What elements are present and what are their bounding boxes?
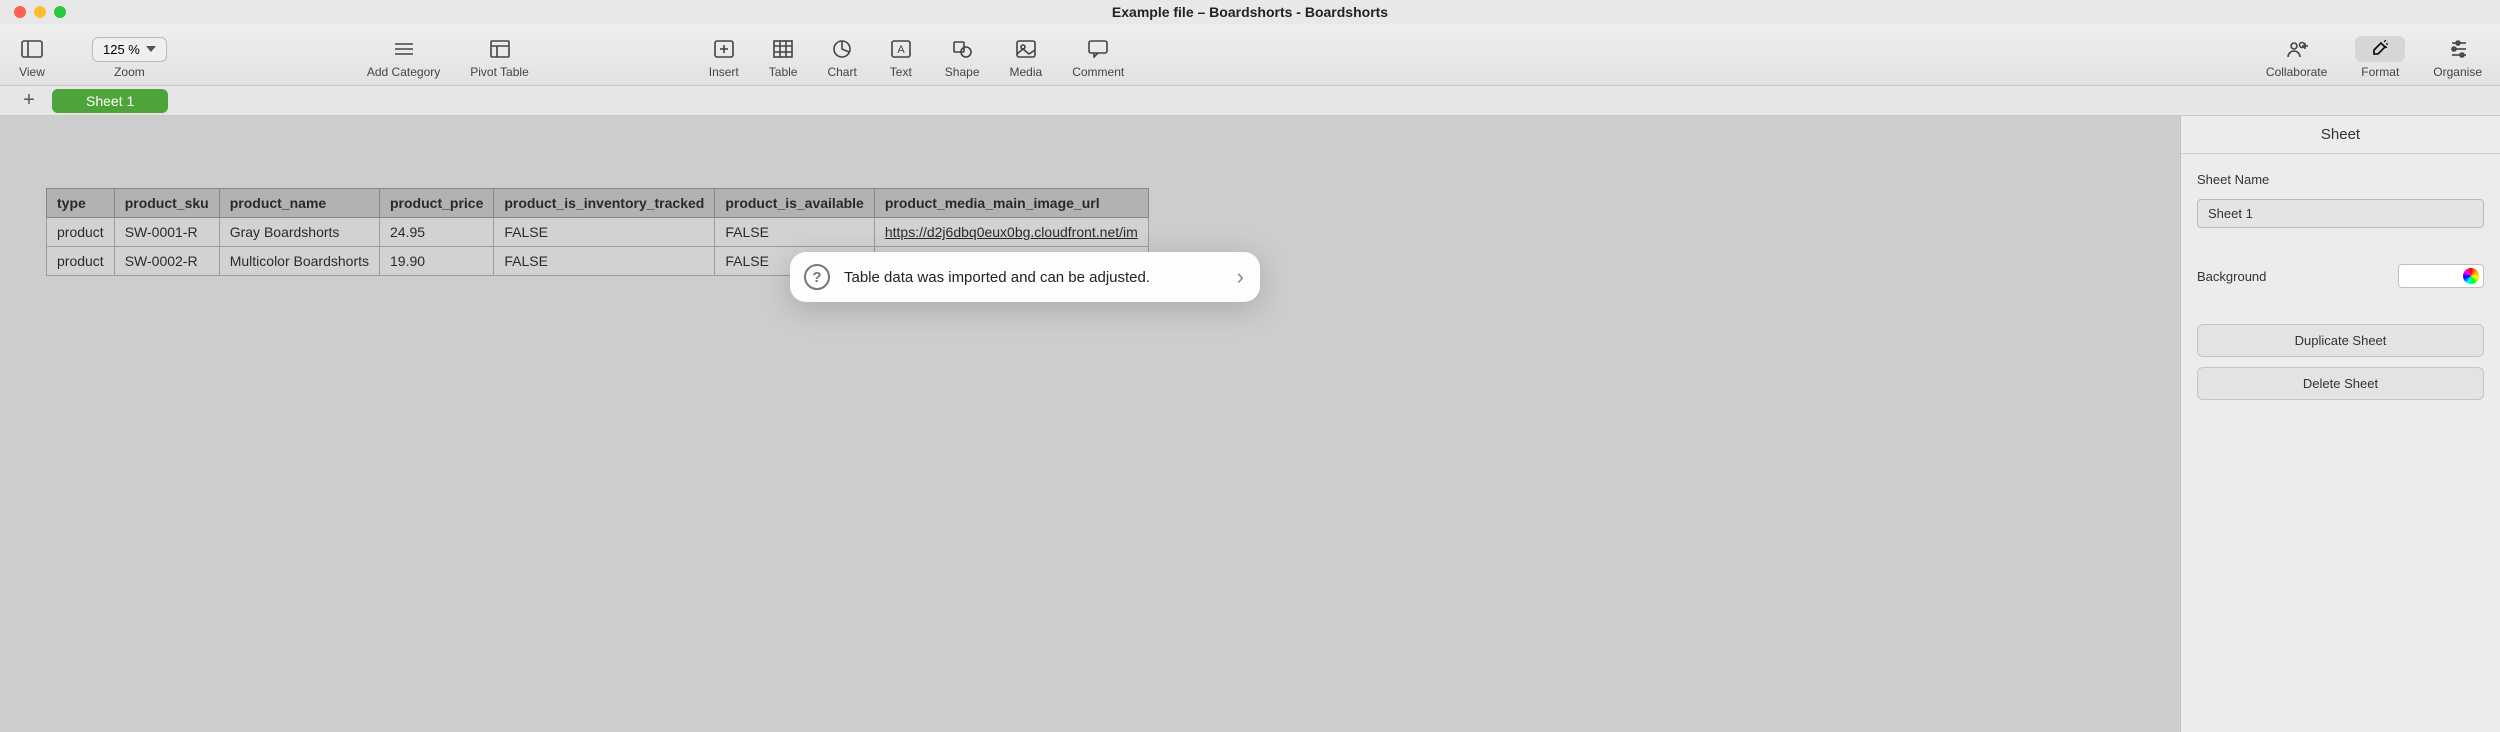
cell[interactable]: 24.95 [380,218,494,247]
cell[interactable]: 19.90 [380,247,494,276]
column-header[interactable]: product_is_available [715,189,875,218]
collaborate-icon[interactable] [2283,35,2311,63]
media-icon[interactable] [1012,35,1040,63]
organise-label: Organise [2433,65,2482,79]
category-icon[interactable] [390,35,418,63]
popup-message: Table data was imported and can be adjus… [844,269,1217,286]
cell[interactable]: https://d2j6dbq0eux0bg.cloudfront.net/im [874,218,1148,247]
cell[interactable]: Multicolor Boardshorts [219,247,379,276]
window-title: Example file – Boardshorts - Boardshorts [1112,4,1388,20]
table-label: Table [769,65,798,79]
svg-text:A: A [897,44,905,56]
add-category-label: Add Category [367,65,440,79]
colorwheel-icon [2463,268,2479,284]
import-popup[interactable]: ? Table data was imported and can be adj… [790,252,1260,302]
column-header[interactable]: product_is_inventory_tracked [494,189,715,218]
window-min-icon[interactable] [34,6,46,18]
zoom-label: Zoom [114,65,145,79]
cell[interactable]: FALSE [715,218,875,247]
view-label: View [19,65,45,79]
text-label: Text [890,65,912,79]
window-close-icon[interactable] [14,6,26,18]
column-header[interactable]: product_media_main_image_url [874,189,1148,218]
chevron-down-icon [146,46,156,52]
column-header[interactable]: product_name [219,189,379,218]
toolbar: View 125 % Zoom Add Category Pivot Table… [0,24,2500,86]
sheet-tab-1[interactable]: Sheet 1 [52,89,168,113]
format-label: Format [2361,65,2399,79]
canvas[interactable]: typeproduct_skuproduct_nameproduct_price… [0,116,2180,732]
cell[interactable]: product [47,247,115,276]
pivot-label: Pivot Table [470,65,528,79]
table-icon[interactable] [769,35,797,63]
column-header[interactable]: product_sku [114,189,219,218]
text-icon[interactable]: A [887,35,915,63]
insert-icon[interactable] [710,35,738,63]
help-icon: ? [804,264,830,290]
insert-label: Insert [709,65,739,79]
cell[interactable]: SW-0001-R [114,218,219,247]
cell[interactable]: FALSE [494,247,715,276]
table-row[interactable]: productSW-0001-RGray Boardshorts24.95FAL… [47,218,1149,247]
comment-label: Comment [1072,65,1124,79]
inspector-sidebar: Sheet Sheet Name Background Duplicate Sh… [2180,116,2500,732]
pivot-icon[interactable] [486,35,514,63]
column-header[interactable]: type [47,189,115,218]
chart-icon[interactable] [828,35,856,63]
cell[interactable]: FALSE [494,218,715,247]
duplicate-sheet-button[interactable]: Duplicate Sheet [2197,324,2484,357]
column-header[interactable]: product_price [380,189,494,218]
sheet-tab-bar: + Sheet 1 [0,86,2500,116]
delete-sheet-button[interactable]: Delete Sheet [2197,367,2484,400]
background-label: Background [2197,269,2266,284]
inspector-tab-sheet[interactable]: Sheet [2181,116,2500,154]
chevron-right-icon[interactable]: › [1231,264,1250,290]
add-sheet-button[interactable]: + [18,89,40,112]
shape-label: Shape [945,65,980,79]
collaborate-label: Collaborate [2266,65,2327,79]
format-button[interactable] [2355,36,2405,62]
zoom-select[interactable]: 125 % [92,37,167,62]
organise-icon[interactable] [2444,35,2472,63]
cell[interactable]: Gray Boardshorts [219,218,379,247]
sidebar-toggle-icon[interactable] [18,35,46,63]
comment-icon[interactable] [1084,35,1112,63]
window-max-icon[interactable] [54,6,66,18]
media-label: Media [1010,65,1043,79]
cell[interactable]: SW-0002-R [114,247,219,276]
sheet-name-input[interactable] [2197,199,2484,228]
sheet-name-label: Sheet Name [2197,172,2484,187]
background-color-picker[interactable] [2398,264,2484,288]
shape-icon[interactable] [948,35,976,63]
chart-label: Chart [827,65,856,79]
cell[interactable]: product [47,218,115,247]
